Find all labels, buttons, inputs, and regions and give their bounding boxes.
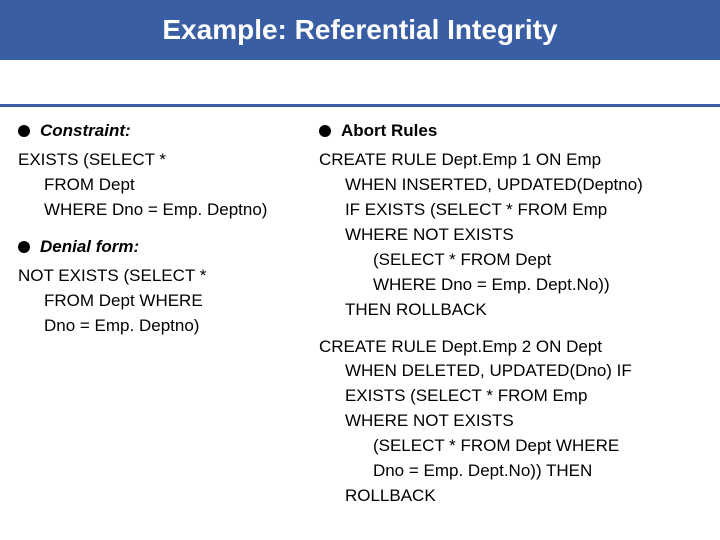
- title-band: Example: Referential Integrity: [0, 0, 720, 60]
- abort-heading: Abort Rules: [341, 120, 437, 143]
- constraint-heading: Constraint:: [40, 120, 131, 143]
- rule1-block: CREATE RULE Dept.Emp 1 ON Emp WHEN INSER…: [319, 149, 702, 322]
- title-divider: [0, 104, 720, 107]
- rule1-line: (SELECT * FROM Dept: [319, 249, 702, 272]
- rule1-line: WHERE NOT EXISTS: [319, 224, 702, 247]
- denial-line: Dno = Emp. Deptno): [18, 315, 313, 338]
- rule2-line: WHEN DELETED, UPDATED(Dno) IF: [319, 360, 702, 383]
- rule1-line: WHERE Dno = Emp. Dept.No)): [319, 274, 702, 297]
- constraint-heading-row: Constraint:: [18, 120, 313, 143]
- rule2-line: CREATE RULE Dept.Emp 2 ON Dept: [319, 336, 702, 359]
- slide-title: Example: Referential Integrity: [162, 14, 557, 45]
- bullet-icon: [319, 125, 331, 137]
- rule2-line: EXISTS (SELECT * FROM Emp: [319, 385, 702, 408]
- rule1-line: IF EXISTS (SELECT * FROM Emp: [319, 199, 702, 222]
- bullet-icon: [18, 125, 30, 137]
- constraint-line: WHERE Dno = Emp. Deptno): [18, 199, 313, 222]
- left-column: Constraint: EXISTS (SELECT * FROM Dept W…: [18, 120, 319, 530]
- abort-heading-row: Abort Rules: [319, 120, 702, 143]
- slide-body: Constraint: EXISTS (SELECT * FROM Dept W…: [18, 120, 702, 530]
- bullet-icon: [18, 241, 30, 253]
- denial-heading: Denial form:: [40, 236, 139, 259]
- rule2-line: Dno = Emp. Dept.No)) THEN: [319, 460, 702, 483]
- rule1-line: THEN ROLLBACK: [319, 299, 702, 322]
- rule2-line: WHERE NOT EXISTS: [319, 410, 702, 433]
- slide: Example: Referential Integrity Constrain…: [0, 0, 720, 540]
- denial-heading-row: Denial form:: [18, 236, 313, 259]
- denial-line: NOT EXISTS (SELECT *: [18, 265, 313, 288]
- rule1-line: WHEN INSERTED, UPDATED(Deptno): [319, 174, 702, 197]
- denial-block: NOT EXISTS (SELECT * FROM Dept WHERE Dno…: [18, 265, 313, 338]
- rule2-block: CREATE RULE Dept.Emp 2 ON Dept WHEN DELE…: [319, 336, 702, 509]
- rule2-line: (SELECT * FROM Dept WHERE: [319, 435, 702, 458]
- rule1-line: CREATE RULE Dept.Emp 1 ON Emp: [319, 149, 702, 172]
- denial-line: FROM Dept WHERE: [18, 290, 313, 313]
- constraint-line: FROM Dept: [18, 174, 313, 197]
- constraint-line: EXISTS (SELECT *: [18, 149, 313, 172]
- rule2-line: ROLLBACK: [319, 485, 702, 508]
- constraint-block: EXISTS (SELECT * FROM Dept WHERE Dno = E…: [18, 149, 313, 222]
- right-column: Abort Rules CREATE RULE Dept.Emp 1 ON Em…: [319, 120, 702, 530]
